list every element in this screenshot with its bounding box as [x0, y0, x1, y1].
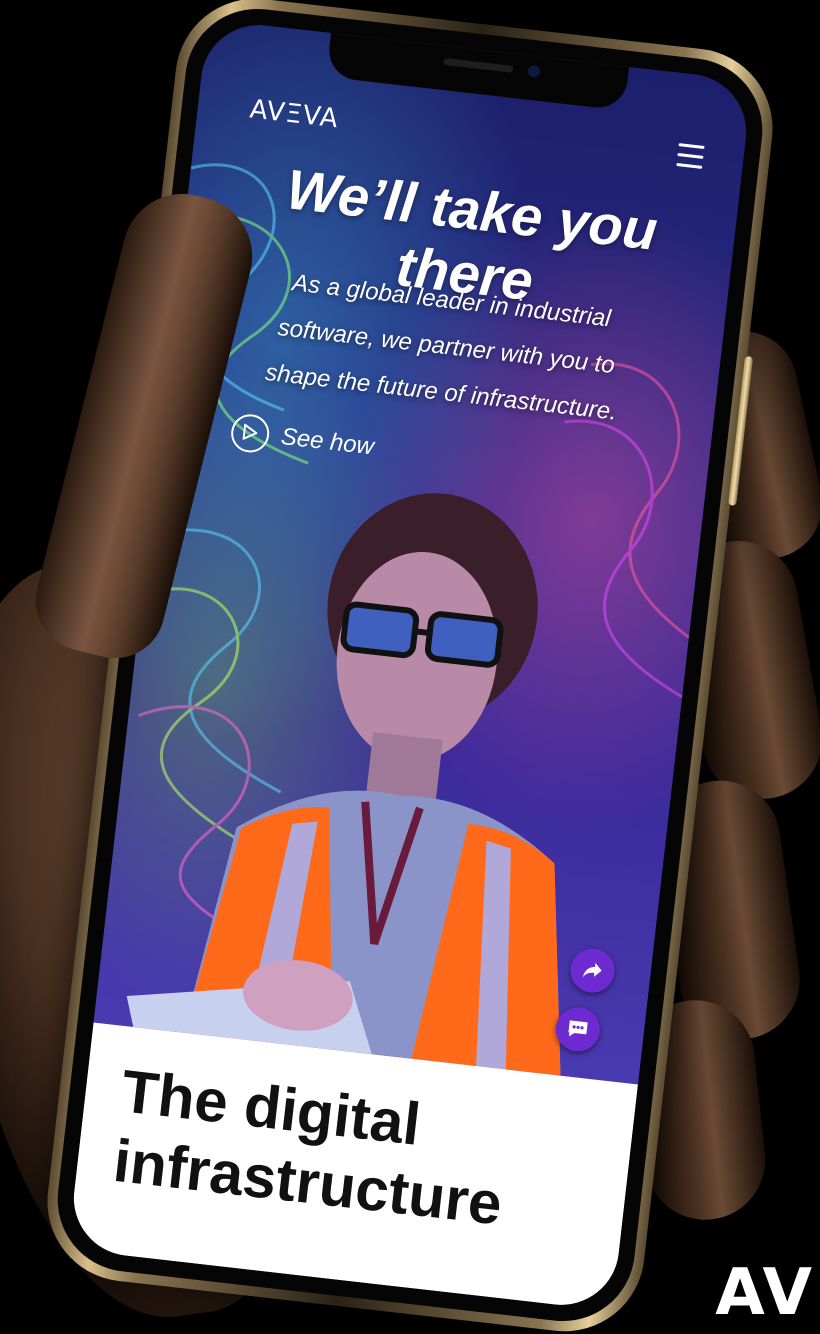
speaker: [443, 57, 514, 73]
stage: AVΞVA We’ll take you there As a global l…: [0, 0, 820, 1334]
chat-icon: [568, 1020, 588, 1037]
hero-section: AVΞVA We’ll take you there As a global l…: [93, 18, 753, 1085]
hero-person-image: [126, 493, 561, 1076]
hamburger-icon[interactable]: [676, 143, 705, 170]
play-icon: [229, 412, 272, 455]
aveva-logo[interactable]: AVΞVA: [248, 94, 340, 134]
see-how-label: See how: [279, 423, 376, 461]
front-camera: [527, 64, 541, 78]
share-icon: [582, 962, 602, 978]
section-title: The digital infrastructure: [110, 1056, 615, 1251]
corner-aveva-logo: AV: [715, 1256, 814, 1330]
